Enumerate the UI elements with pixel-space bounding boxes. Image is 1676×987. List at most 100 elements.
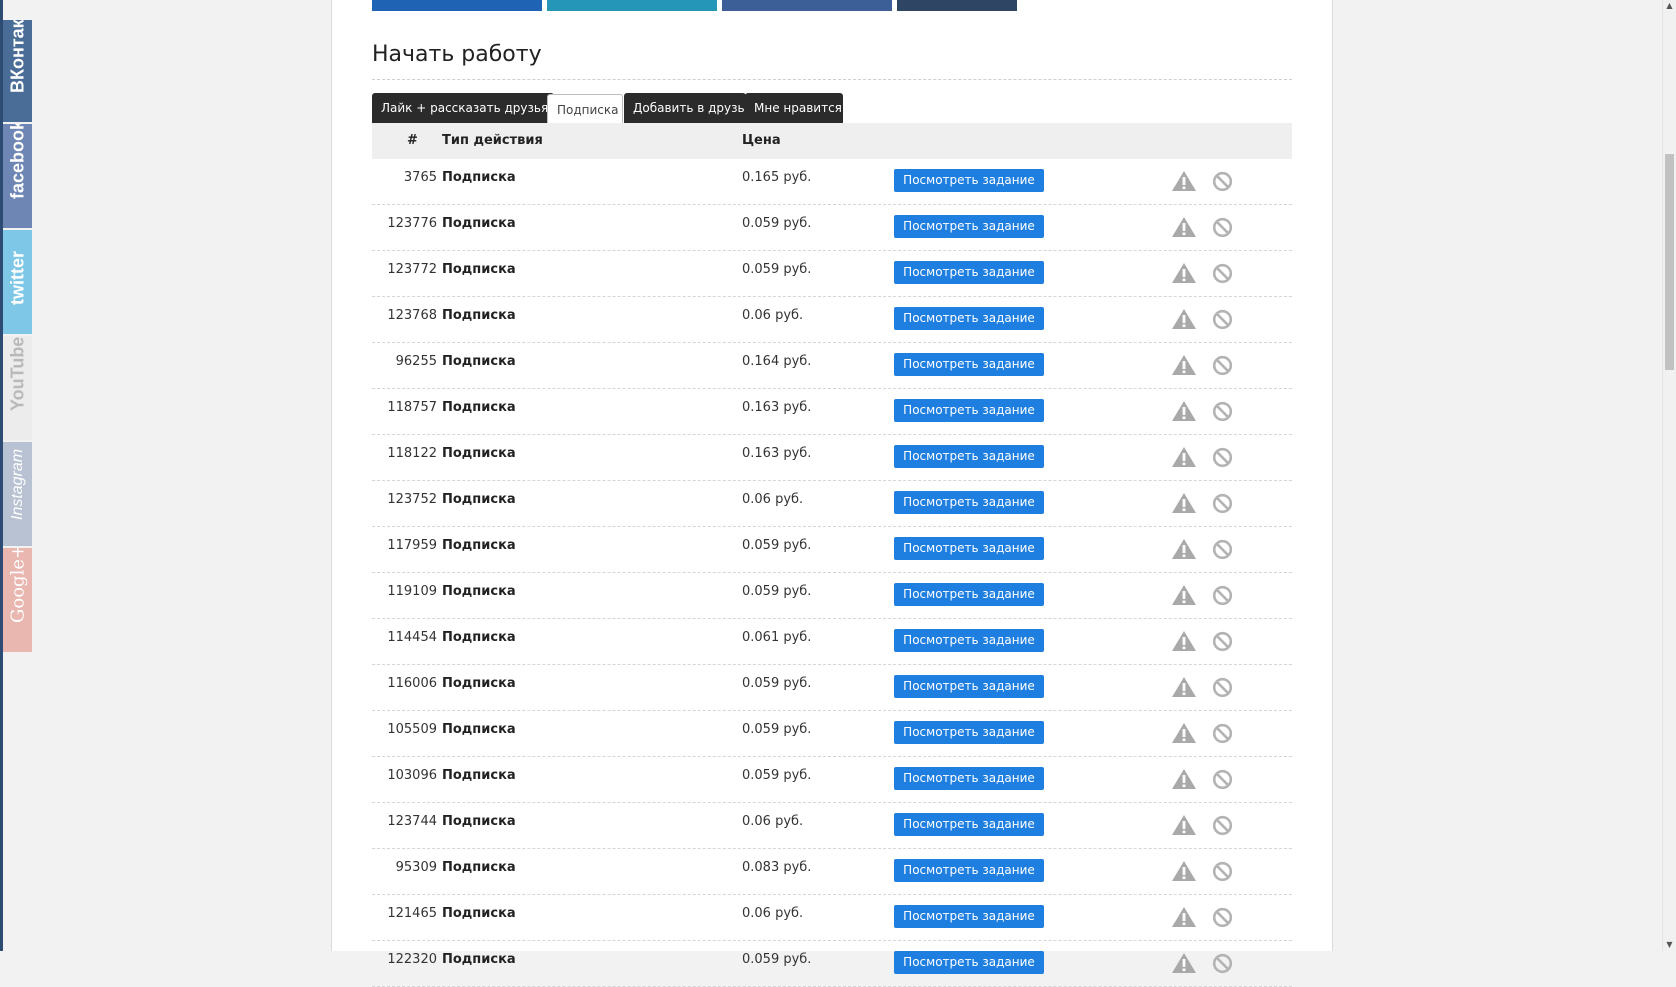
view-task-button[interactable]: Посмотреть задание bbox=[894, 445, 1044, 468]
view-task-button[interactable]: Посмотреть задание bbox=[894, 537, 1044, 560]
page-title: Начать работу bbox=[372, 42, 542, 67]
task-price: 0.06 руб. bbox=[742, 906, 804, 921]
block-icon[interactable] bbox=[1212, 263, 1233, 284]
table-row: 116006 Подписка 0.059 руб. Посмотреть задан… bbox=[372, 665, 1292, 711]
twitter-link[interactable]: twitter bbox=[3, 230, 32, 334]
tab-subscribe[interactable]: Подписка bbox=[547, 94, 623, 124]
top-nav-button[interactable] bbox=[897, 0, 1017, 11]
warning-icon[interactable] bbox=[1171, 354, 1197, 376]
block-icon[interactable] bbox=[1212, 953, 1233, 974]
view-task-button[interactable]: Посмотреть задание bbox=[894, 675, 1044, 698]
view-task-button[interactable]: Посмотреть задание bbox=[894, 767, 1044, 790]
facebook-label: facebook bbox=[7, 124, 27, 199]
task-price: 0.059 руб. bbox=[742, 768, 812, 783]
warning-icon[interactable] bbox=[1171, 952, 1197, 974]
task-table: 3765 Подписка 0.165 руб. Посмотреть задание… bbox=[372, 159, 1292, 987]
task-id: 95309 bbox=[395, 860, 437, 875]
task-id: 118122 bbox=[387, 446, 437, 461]
warning-icon[interactable] bbox=[1171, 630, 1197, 652]
warning-icon[interactable] bbox=[1171, 400, 1197, 422]
warning-icon[interactable] bbox=[1171, 308, 1197, 330]
block-icon[interactable] bbox=[1212, 309, 1233, 330]
warning-icon[interactable] bbox=[1171, 676, 1197, 698]
view-task-button[interactable]: Посмотреть задание bbox=[894, 583, 1044, 606]
block-icon[interactable] bbox=[1212, 585, 1233, 606]
view-task-button[interactable]: Посмотреть задание bbox=[894, 169, 1044, 192]
googleplus-link[interactable]: Google+ bbox=[3, 548, 32, 652]
view-task-button[interactable]: Посмотреть задание bbox=[894, 951, 1044, 974]
block-icon[interactable] bbox=[1212, 723, 1233, 744]
warning-icon[interactable] bbox=[1171, 492, 1197, 514]
view-task-button[interactable]: Посмотреть задание bbox=[894, 353, 1044, 376]
warning-icon[interactable] bbox=[1171, 538, 1197, 560]
table-row: 123752 Подписка 0.06 руб. Посмотреть задани… bbox=[372, 481, 1292, 527]
view-task-button[interactable]: Посмотреть задание bbox=[894, 307, 1044, 330]
task-type: Подписка bbox=[442, 722, 516, 737]
task-price: 0.059 руб. bbox=[742, 584, 812, 599]
block-icon[interactable] bbox=[1212, 447, 1233, 468]
block-icon[interactable] bbox=[1212, 171, 1233, 192]
task-id: 117959 bbox=[387, 538, 437, 553]
instagram-link[interactable]: Instagram bbox=[3, 442, 32, 546]
page-scrollbar[interactable]: ▲ ▼ bbox=[1662, 0, 1676, 951]
top-nav-button[interactable] bbox=[547, 0, 717, 11]
block-icon[interactable] bbox=[1212, 769, 1233, 790]
table-row: 3765 Подписка 0.165 руб. Посмотреть задание bbox=[372, 159, 1292, 205]
task-type: Подписка bbox=[442, 262, 516, 277]
task-price: 0.06 руб. bbox=[742, 308, 804, 323]
block-icon[interactable] bbox=[1212, 217, 1233, 238]
top-nav-button[interactable] bbox=[722, 0, 892, 11]
twitter-label: twitter bbox=[7, 251, 27, 305]
block-icon[interactable] bbox=[1212, 815, 1233, 836]
view-task-button[interactable]: Посмотреть задание bbox=[894, 629, 1044, 652]
task-price: 0.059 руб. bbox=[742, 722, 812, 737]
task-id: 123752 bbox=[387, 492, 437, 507]
view-task-button[interactable]: Посмотреть задание bbox=[894, 905, 1044, 928]
warning-icon[interactable] bbox=[1171, 906, 1197, 928]
view-task-button[interactable]: Посмотреть задание bbox=[894, 215, 1044, 238]
warning-icon[interactable] bbox=[1171, 584, 1197, 606]
youtube-link[interactable]: YouTube bbox=[3, 336, 32, 440]
warning-icon[interactable] bbox=[1171, 814, 1197, 836]
block-icon[interactable] bbox=[1212, 861, 1233, 882]
table-row: 122320 Подписка 0.059 руб. Посмотреть задан… bbox=[372, 941, 1292, 987]
facebook-link[interactable]: facebook bbox=[3, 124, 32, 228]
warning-icon[interactable] bbox=[1171, 860, 1197, 882]
block-icon[interactable] bbox=[1212, 677, 1233, 698]
task-price: 0.164 руб. bbox=[742, 354, 812, 369]
view-task-button[interactable]: Посмотреть задание bbox=[894, 721, 1044, 744]
block-icon[interactable] bbox=[1212, 539, 1233, 560]
task-type: Подписка bbox=[442, 906, 516, 921]
scroll-down-arrow-icon[interactable]: ▼ bbox=[1663, 939, 1676, 951]
warning-icon[interactable] bbox=[1171, 722, 1197, 744]
vk-label: ВКонтакте bbox=[7, 20, 27, 93]
task-type: Подписка bbox=[442, 400, 516, 415]
tab-add-friend[interactable]: Добавить в друзья bbox=[624, 93, 752, 123]
task-id: 119109 bbox=[387, 584, 437, 599]
scroll-up-arrow-icon[interactable]: ▲ bbox=[1663, 0, 1676, 12]
view-task-button[interactable]: Посмотреть задание bbox=[894, 813, 1044, 836]
view-task-button[interactable]: Посмотреть задание bbox=[894, 491, 1044, 514]
view-task-button[interactable]: Посмотреть задание bbox=[894, 859, 1044, 882]
warning-icon[interactable] bbox=[1171, 170, 1197, 192]
warning-icon[interactable] bbox=[1171, 446, 1197, 468]
tab-like[interactable]: Мне нравится bbox=[745, 93, 843, 123]
block-icon[interactable] bbox=[1212, 355, 1233, 376]
block-icon[interactable] bbox=[1212, 401, 1233, 422]
view-task-button[interactable]: Посмотреть задание bbox=[894, 399, 1044, 422]
task-price: 0.061 руб. bbox=[742, 630, 812, 645]
vk-link[interactable]: ВКонтакте bbox=[3, 20, 32, 122]
warning-icon[interactable] bbox=[1171, 262, 1197, 284]
tab-like-share[interactable]: Лайк + рассказать друзьям bbox=[372, 93, 557, 123]
block-icon[interactable] bbox=[1212, 907, 1233, 928]
warning-icon[interactable] bbox=[1171, 216, 1197, 238]
warning-icon[interactable] bbox=[1171, 768, 1197, 790]
scroll-thumb[interactable] bbox=[1665, 154, 1674, 370]
block-icon[interactable] bbox=[1212, 493, 1233, 514]
task-type: Подписка bbox=[442, 354, 516, 369]
youtube-label: YouTube bbox=[7, 336, 27, 411]
view-task-button[interactable]: Посмотреть задание bbox=[894, 261, 1044, 284]
top-nav-button[interactable] bbox=[372, 0, 542, 11]
task-type: Подписка bbox=[442, 814, 516, 829]
block-icon[interactable] bbox=[1212, 631, 1233, 652]
